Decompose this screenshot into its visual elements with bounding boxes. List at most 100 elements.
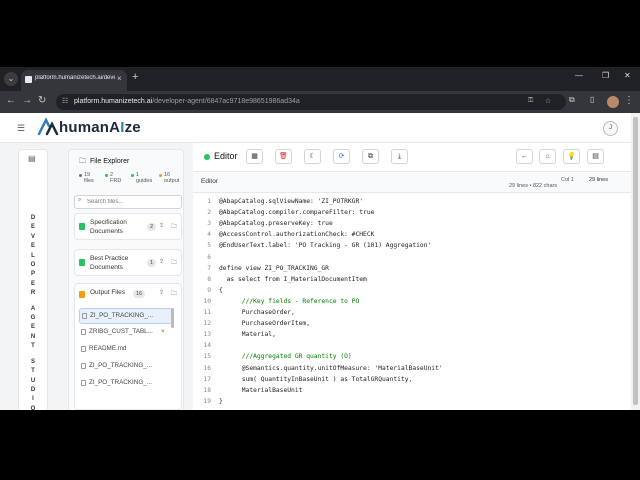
brand-part-right: ze bbox=[124, 119, 141, 136]
theme-moon-icon[interactable]: ☾ bbox=[304, 149, 321, 164]
line-text: MaterialBaseUnit bbox=[219, 386, 303, 394]
bookmark-star-icon[interactable]: ☆ bbox=[545, 97, 551, 105]
rail-letter: E bbox=[30, 224, 35, 231]
upload-icon[interactable]: ⇪ bbox=[159, 222, 164, 229]
code-line: 6 bbox=[193, 252, 631, 263]
rail-letter: T bbox=[31, 343, 35, 350]
reload-icon[interactable]: ↻ bbox=[38, 95, 46, 106]
upload-icon[interactable]: ⇪ bbox=[159, 258, 164, 265]
stat-label: output bbox=[164, 178, 180, 184]
line-number: 16 bbox=[203, 364, 211, 372]
home-icon[interactable]: ⌂ bbox=[539, 149, 556, 164]
status-dot bbox=[204, 154, 210, 160]
file-name: ZRIBG_CUST_TABL... bbox=[89, 328, 153, 335]
code-line: 11 PurchaseOrder, bbox=[193, 307, 631, 318]
file-icon bbox=[81, 380, 86, 386]
page-scrollbar-thumb[interactable] bbox=[633, 117, 638, 405]
line-text: Material, bbox=[219, 331, 276, 339]
folder-icon: 🗀 bbox=[79, 158, 86, 165]
file-item[interactable]: ZRIBG_CUST_TABL... × bbox=[79, 325, 171, 339]
panel-toggle-icon[interactable]: ▤ bbox=[28, 154, 36, 163]
download-icon[interactable]: ⤓ bbox=[391, 149, 408, 164]
code-line: 14 bbox=[193, 340, 631, 351]
cursor-column: Col 1 bbox=[561, 177, 574, 183]
line-number: 12 bbox=[203, 320, 211, 328]
tab-search-chevron-icon[interactable]: ⌄ bbox=[4, 72, 18, 86]
forward-icon[interactable]: → bbox=[22, 95, 32, 106]
rail-letter: D bbox=[30, 386, 36, 393]
file-close-icon[interactable]: × bbox=[161, 325, 165, 339]
line-text: @EndUserText.label: 'PO Tracking - GR (1… bbox=[219, 242, 432, 250]
extensions-icon[interactable]: ⧉ bbox=[569, 95, 575, 105]
copy-icon[interactable]: ⧉ bbox=[362, 149, 379, 164]
back-icon[interactable]: ← bbox=[6, 95, 16, 106]
code-line: 12 PurchaseOrderItem, bbox=[193, 318, 631, 329]
file-item[interactable]: README.md bbox=[79, 342, 171, 356]
url-text: platform.humanizetech.ai/developer-agent… bbox=[74, 98, 300, 105]
file-icon bbox=[81, 363, 86, 369]
upload-icon[interactable]: ⇪ bbox=[159, 289, 164, 296]
line-number: 13 bbox=[203, 331, 211, 339]
editor-stats: 29 lines • 822 chars bbox=[509, 183, 558, 189]
search-input[interactable] bbox=[87, 196, 177, 207]
brand-part-left: humanA bbox=[59, 119, 121, 136]
maximize-icon[interactable]: ❐ bbox=[602, 71, 609, 80]
folder-open-icon[interactable]: 🗀 bbox=[171, 258, 177, 268]
new-tab-button[interactable]: + bbox=[132, 71, 138, 83]
profile-avatar[interactable] bbox=[607, 96, 619, 108]
rail-letter: E bbox=[30, 243, 35, 250]
rail-letter: L bbox=[31, 252, 35, 259]
close-window-icon[interactable]: ✕ bbox=[624, 71, 631, 80]
file-item[interactable]: ZI_PO_TRACKING_... bbox=[79, 376, 171, 386]
side-panel-icon[interactable]: ▯ bbox=[590, 95, 594, 104]
tab-close-icon[interactable]: × bbox=[117, 74, 122, 83]
line-text: @Semantics.quantity.unitOfMeasure: 'Mate… bbox=[219, 364, 443, 372]
site-info-icon[interactable]: ☷ bbox=[62, 97, 68, 105]
file-list-scrollbar[interactable] bbox=[171, 308, 174, 328]
rail-letter: R bbox=[30, 290, 36, 297]
lightbulb-icon[interactable]: 💡 bbox=[563, 149, 580, 164]
file-name: README.md bbox=[89, 345, 127, 352]
rail-letter: E bbox=[30, 324, 35, 331]
rail-letter: T bbox=[31, 368, 35, 375]
page-scrollbar[interactable] bbox=[631, 113, 640, 410]
grid-view-icon[interactable]: ▦ bbox=[246, 149, 263, 164]
app-header: ☰ humanAIze J bbox=[0, 113, 631, 143]
code-area[interactable]: 1 @AbapCatalog.sqlViewName: 'ZI_POTRKGR' 2… bbox=[193, 193, 631, 410]
document-icon bbox=[79, 259, 85, 266]
rail-letter: A bbox=[30, 305, 36, 312]
line-number: 11 bbox=[203, 309, 211, 316]
file-item[interactable]: ZI_PO_TRACKING_... bbox=[79, 359, 171, 373]
delete-icon[interactable]: 🗑 bbox=[275, 149, 292, 164]
line-number: 6 bbox=[207, 253, 211, 261]
section-label: Best Practice Documents bbox=[90, 255, 129, 271]
section-specification-documents[interactable]: Specification Documents 2 ⇪ 🗀 bbox=[74, 213, 182, 240]
screen: ⌄ platform.humanizetech.ai/deve × + — ❐ … bbox=[0, 67, 640, 410]
password-key-icon[interactable]: ⚿ bbox=[528, 97, 533, 105]
calculator-icon[interactable]: ▤ bbox=[587, 149, 604, 164]
user-avatar[interactable]: J bbox=[603, 121, 618, 136]
hamburger-menu-icon[interactable]: ☰ bbox=[17, 123, 25, 134]
url-path: /developer-agent/6847ac9718e98651986ad34… bbox=[152, 98, 300, 105]
editor-title: Editor bbox=[214, 151, 238, 161]
editor-toolbar: Editor ▦ 🗑 ☾ ⟳ ⧉ ⤓ ← ⌂ 💡 ▤ bbox=[193, 143, 631, 172]
line-text: @AbapCatalog.preserveKey: true bbox=[219, 220, 333, 228]
line-number: 19 bbox=[203, 397, 211, 405]
code-line: 10 ///Key fields - Reference to PO bbox=[193, 296, 631, 307]
section-best-practice-documents[interactable]: Best Practice Documents 1 ⇪ 🗀 bbox=[74, 249, 182, 276]
rail-letter: P bbox=[30, 271, 35, 278]
line-text: @AbapCatalog.compiler.compareFilter: tru… bbox=[219, 209, 375, 217]
folder-open-icon[interactable]: 🗀 bbox=[171, 289, 177, 299]
file-search[interactable]: ⌕ bbox=[74, 195, 182, 209]
minimize-icon[interactable]: — bbox=[575, 71, 583, 80]
rail-letter: O bbox=[30, 405, 36, 410]
refresh-icon[interactable]: ⟳ bbox=[333, 149, 350, 164]
address-bar[interactable]: ☷ platform.humanizetech.ai/developer-age… bbox=[56, 94, 566, 110]
arrow-back-icon[interactable]: ← bbox=[516, 149, 533, 164]
folder-open-icon[interactable]: 🗀 bbox=[171, 222, 177, 232]
document-icon bbox=[79, 291, 85, 298]
file-item[interactable]: ZI_PO_TRACKING_... bbox=[79, 308, 173, 324]
browser-menu-icon[interactable]: ⋮ bbox=[624, 95, 634, 106]
url-host: platform.humanizetech.ai bbox=[74, 98, 153, 105]
browser-tab[interactable]: platform.humanizetech.ai/deve × bbox=[21, 70, 127, 91]
